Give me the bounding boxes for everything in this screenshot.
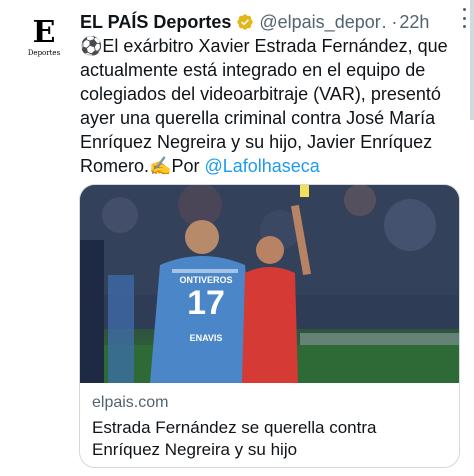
tweet-header: EL PAÍS Deportes @elpais_depor… · 22h [80,10,460,34]
scrollbar[interactable] [470,0,474,120]
soccer-ball-emoji: ⚽ [80,36,103,56]
card-image[interactable]: ONTIVEROS 17 ENAVIS [80,185,459,383]
avatar[interactable]: E Deportes [24,18,64,64]
tweet[interactable]: E Deportes EL PAÍS Deportes @elpais_depo… [0,0,474,476]
card-domain: elpais.com [92,394,169,411]
link-card[interactable]: ONTIVEROS 17 ENAVIS elpais.com Estrada F… [79,184,460,468]
tweet-body: El exárbitro Xavier Estrada Fernández, q… [80,36,448,176]
account-handle[interactable]: @elpais_depor… [259,12,389,33]
tweet-time[interactable]: 22h [399,12,429,33]
byline-prefix: Por [171,156,205,176]
verified-badge-icon[interactable] [236,13,254,31]
shirt-number: 17 [187,284,225,322]
mention-link[interactable]: @Lafolhaseca [204,156,319,176]
avatar-logo-letter: E [32,15,56,50]
card-title[interactable]: Estrada Fernández se querella contra Enr… [92,417,447,461]
separator-dot: · [391,11,398,32]
account-name[interactable]: EL PAÍS Deportes [80,12,231,33]
shirt-sponsor: ENAVIS [189,333,223,343]
card-photo-illustration [80,185,459,383]
writing-hand-emoji: ✍️ [149,156,172,176]
more-options-icon[interactable] [460,8,468,28]
avatar-logo-sub: Deportes [27,49,61,57]
card-meta: elpais.com Estrada Fernández se querella… [92,393,447,461]
tweet-text: ⚽El exárbitro Xavier Estrada Fernández, … [80,34,460,178]
